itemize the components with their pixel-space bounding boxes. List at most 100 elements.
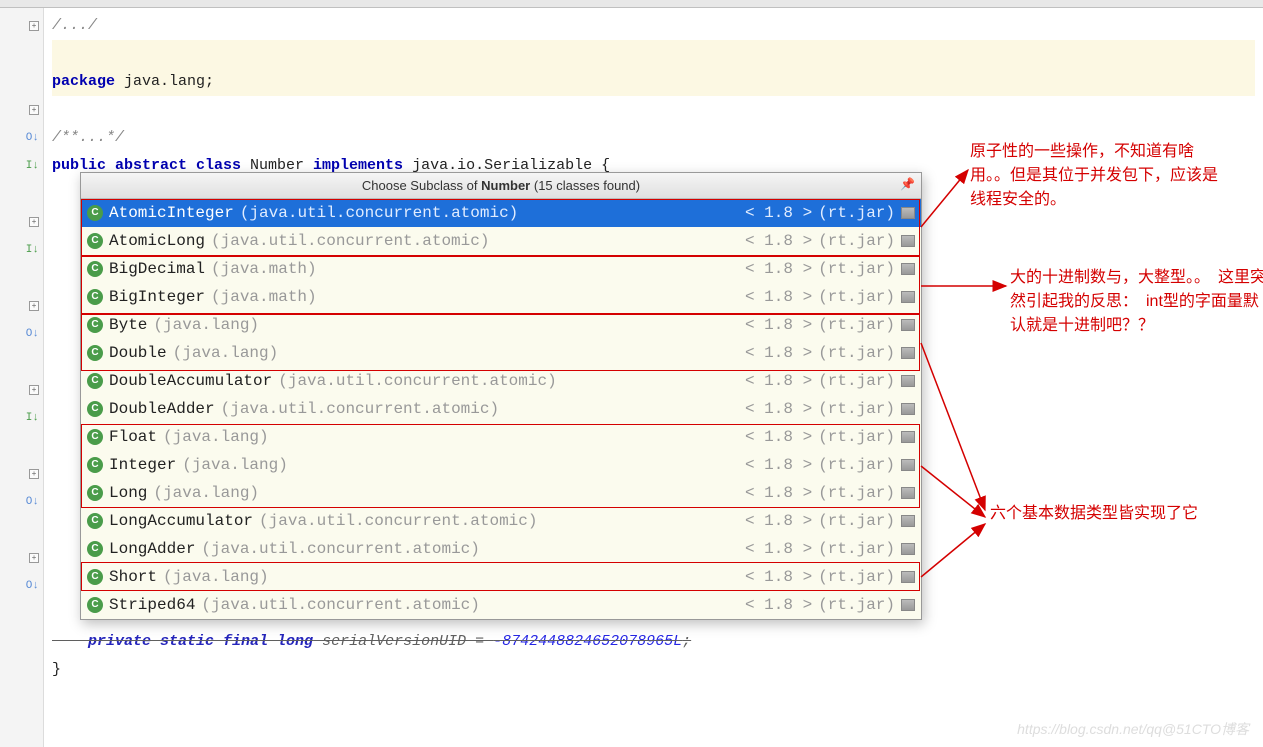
class-jar: (rt.jar) (818, 456, 895, 474)
annotation-text: 大的十进制数与，大整型。。 这里突然引起我的反思： int型的字面量默认就是十进… (1010, 266, 1263, 338)
subclass-item[interactable]: CDoubleAccumulator (java.util.concurrent… (81, 367, 921, 395)
jar-icon (901, 263, 915, 275)
subclass-item[interactable]: CInteger (java.lang)< 1.8 > (rt.jar) (81, 451, 921, 479)
class-name: LongAccumulator (109, 512, 253, 530)
class-version: < 1.8 > (745, 484, 812, 502)
popup-list: C AtomicInteger (java.util.concurrent.ato… (81, 199, 921, 619)
class-version: < 1.8 > (745, 372, 812, 390)
popup-title: Choose Subclass of Number (15 classes fo… (81, 173, 921, 199)
class-package: (java.lang) (163, 428, 269, 446)
annotation-text: 六个基本数据类型皆实现了它 (990, 502, 1250, 526)
fold-icon[interactable]: + (29, 553, 39, 563)
subclass-item[interactable]: CBigInteger (java.math)< 1.8 > (rt.jar) (81, 283, 921, 311)
subclass-item[interactable]: C DoubleAdder (java.util.concurrent.atomi… (81, 395, 921, 423)
class-icon: C (87, 401, 103, 417)
jar-icon (901, 515, 915, 527)
annotation-text: 原子性的一些操作，不知道有啥用。。但是其位于并发包下，应该是线程安全的。 (970, 140, 1230, 212)
subclass-item[interactable]: C LongAdder (java.util.concurrent.atomic)… (81, 535, 921, 563)
class-name: DoubleAdder (109, 400, 215, 418)
class-jar: (rt.jar) (818, 512, 895, 530)
class-version: < 1.8 > (745, 428, 812, 446)
jar-icon (901, 571, 915, 583)
class-version: < 1.8 > (745, 288, 812, 306)
class-version: < 1.8 > (745, 344, 812, 362)
class-version: < 1.8 > (745, 204, 812, 222)
jar-icon (901, 543, 915, 555)
jar-icon (901, 347, 915, 359)
subclass-item[interactable]: CBigDecimal (java.math)< 1.8 > (rt.jar) (81, 255, 921, 283)
class-name: AtomicLong (109, 232, 205, 250)
class-icon: C (87, 513, 103, 529)
class-jar: (rt.jar) (818, 428, 895, 446)
jar-icon (901, 459, 915, 471)
class-package: (java.util.concurrent.atomic) (278, 372, 556, 390)
subclass-item[interactable]: CLong (java.lang)< 1.8 > (rt.jar) (81, 479, 921, 507)
subclass-item[interactable]: CByte (java.lang)< 1.8 > (rt.jar) (81, 311, 921, 339)
fold-icon[interactable]: + (29, 21, 39, 31)
jar-icon (901, 207, 915, 219)
subclass-item[interactable]: C Float (java.lang) < 1.8 > (rt.jar) (81, 423, 921, 451)
fold-icon[interactable]: + (29, 217, 39, 227)
subclass-item[interactable]: CShort (java.lang)< 1.8 > (rt.jar) (81, 563, 921, 591)
class-icon: C (87, 541, 103, 557)
class-name: AtomicInteger (109, 204, 234, 222)
implements-marker-icon[interactable]: I↓ (26, 160, 39, 172)
editor-gutter[interactable]: + + O↓ I↓ + I↓ + O↓ + I↓ + O↓ + O↓ (0, 8, 44, 747)
implements-marker-icon[interactable]: I↓ (26, 244, 39, 256)
class-name: BigInteger (109, 288, 205, 306)
class-icon: C (87, 429, 103, 445)
class-name: BigDecimal (109, 260, 205, 278)
class-jar: (rt.jar) (818, 400, 895, 418)
class-name: LongAdder (109, 540, 195, 558)
subclass-item[interactable]: CAtomicInteger (java.util.concurrent.ato… (81, 199, 921, 227)
class-jar: (rt.jar) (818, 540, 895, 558)
class-name: Striped64 (109, 596, 195, 614)
override-marker-icon[interactable]: O↓ (26, 328, 39, 340)
override-marker-icon[interactable]: O↓ (26, 132, 39, 144)
jar-icon (901, 599, 915, 611)
fold-icon[interactable]: + (29, 385, 39, 395)
class-package: (java.util.concurrent.atomic) (221, 400, 499, 418)
class-jar: (rt.jar) (818, 344, 895, 362)
class-name: Float (109, 428, 157, 446)
class-name: Byte (109, 316, 147, 334)
class-version: < 1.8 > (745, 512, 812, 530)
class-icon: C (87, 289, 103, 305)
subclass-item[interactable]: C LongAccumulator (java.util.concurrent.a… (81, 507, 921, 535)
class-name: Integer (109, 456, 176, 474)
editor-tabs-bar[interactable] (0, 0, 1263, 8)
class-package: (java.util.concurrent.atomic) (240, 204, 518, 222)
class-package: (java.util.concurrent.atomic) (259, 512, 537, 530)
code-line (52, 96, 1255, 124)
code-line: } (52, 656, 1255, 684)
jar-icon (901, 319, 915, 331)
class-version: < 1.8 > (745, 456, 812, 474)
class-package: (java.math) (211, 260, 317, 278)
subclass-item[interactable]: CDouble (java.lang)< 1.8 > (rt.jar) (81, 339, 921, 367)
jar-icon (901, 235, 915, 247)
class-package: (java.util.concurrent.atomic) (211, 232, 489, 250)
class-icon: C (87, 317, 103, 333)
class-jar: (rt.jar) (818, 260, 895, 278)
class-package: (java.lang) (163, 568, 269, 586)
code-line (52, 40, 1255, 68)
class-version: < 1.8 > (745, 316, 812, 334)
fold-icon[interactable]: + (29, 301, 39, 311)
class-package: (java.lang) (153, 316, 259, 334)
class-icon: C (87, 597, 103, 613)
jar-icon (901, 291, 915, 303)
implements-marker-icon[interactable]: I↓ (26, 412, 39, 424)
subclass-item[interactable]: CStriped64 (java.util.concurrent.atomic)… (81, 591, 921, 619)
pin-icon[interactable]: 📌 (900, 177, 915, 191)
class-jar: (rt.jar) (818, 288, 895, 306)
class-package: (java.util.concurrent.atomic) (201, 540, 479, 558)
class-package: (java.lang) (182, 456, 288, 474)
fold-icon[interactable]: + (29, 469, 39, 479)
class-icon: C (87, 569, 103, 585)
class-icon: C (87, 233, 103, 249)
override-marker-icon[interactable]: O↓ (26, 496, 39, 508)
subclass-item[interactable]: C AtomicLong (java.util.concurrent.atomic… (81, 227, 921, 255)
fold-icon[interactable]: + (29, 105, 39, 115)
override-marker-icon[interactable]: O↓ (26, 580, 39, 592)
class-name: Double (109, 344, 167, 362)
